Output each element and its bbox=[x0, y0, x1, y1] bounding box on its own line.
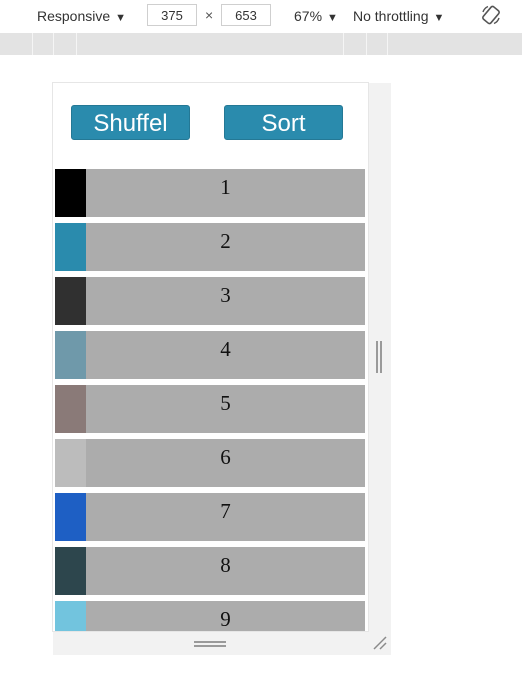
ruler-tick bbox=[53, 33, 54, 55]
item-number: 1 bbox=[220, 175, 231, 199]
ruler-tick bbox=[32, 33, 33, 55]
list-item: 5 bbox=[55, 385, 365, 433]
emulation-canvas: Shuffel Sort 1 2 3 4 5 6 7 8 9 bbox=[0, 55, 522, 676]
list-item: 2 bbox=[55, 223, 365, 271]
chevron-down-icon: ▼ bbox=[115, 12, 127, 24]
item-number: 7 bbox=[220, 499, 231, 523]
color-swatch bbox=[55, 493, 86, 541]
list-item: 1 bbox=[55, 169, 365, 217]
list-item: 6 bbox=[55, 439, 365, 487]
height-input[interactable]: 653 bbox=[221, 4, 271, 26]
color-swatch bbox=[55, 439, 86, 487]
item-number: 5 bbox=[220, 391, 231, 415]
ruler-tick bbox=[366, 33, 367, 55]
zoom-label: 67% bbox=[294, 8, 323, 24]
color-swatch bbox=[55, 601, 86, 631]
color-swatch bbox=[55, 331, 86, 379]
item-number: 4 bbox=[220, 337, 231, 361]
ruler-tick bbox=[387, 33, 388, 55]
chevron-down-icon: ▼ bbox=[433, 12, 445, 24]
device-viewport: Shuffel Sort 1 2 3 4 5 6 7 8 9 bbox=[53, 83, 368, 631]
device-mode-select[interactable]: Responsive ▼ bbox=[37, 6, 126, 26]
ruler-tick bbox=[343, 33, 344, 55]
resize-handle-right[interactable] bbox=[376, 341, 382, 373]
resize-handle-bottom[interactable] bbox=[194, 641, 226, 647]
shuffle-button[interactable]: Shuffel bbox=[71, 105, 190, 140]
item-number: 6 bbox=[220, 445, 231, 469]
dimension-separator: × bbox=[205, 7, 214, 23]
media-query-ruler[interactable] bbox=[0, 33, 522, 55]
ruler-tick bbox=[76, 33, 77, 55]
color-swatch bbox=[55, 547, 86, 595]
number-list: 1 2 3 4 5 6 7 8 9 bbox=[55, 169, 365, 631]
sort-button[interactable]: Sort bbox=[224, 105, 343, 140]
chevron-down-icon: ▼ bbox=[327, 12, 338, 24]
color-swatch bbox=[55, 277, 86, 325]
item-number: 8 bbox=[220, 553, 231, 577]
list-item: 4 bbox=[55, 331, 365, 379]
list-item: 8 bbox=[55, 547, 365, 595]
zoom-select[interactable]: 67% ▼ bbox=[294, 6, 338, 26]
throttling-select[interactable]: No throttling ▼ bbox=[353, 6, 444, 26]
item-number: 2 bbox=[220, 229, 231, 253]
throttling-label: No throttling bbox=[353, 8, 429, 24]
list-item: 3 bbox=[55, 277, 365, 325]
item-number: 9 bbox=[220, 607, 231, 631]
color-swatch bbox=[55, 223, 86, 271]
resize-corner-icon[interactable] bbox=[372, 635, 388, 651]
device-mode-label: Responsive bbox=[37, 8, 111, 24]
rotate-icon[interactable] bbox=[480, 4, 502, 26]
list-item: 7 bbox=[55, 493, 365, 541]
list-item: 9 bbox=[55, 601, 365, 631]
color-swatch bbox=[55, 169, 86, 217]
item-number: 3 bbox=[220, 283, 231, 307]
device-toolbar: Responsive ▼ 375 × 653 67% ▼ No throttling… bbox=[0, 0, 522, 32]
width-input[interactable]: 375 bbox=[147, 4, 197, 26]
color-swatch bbox=[55, 385, 86, 433]
